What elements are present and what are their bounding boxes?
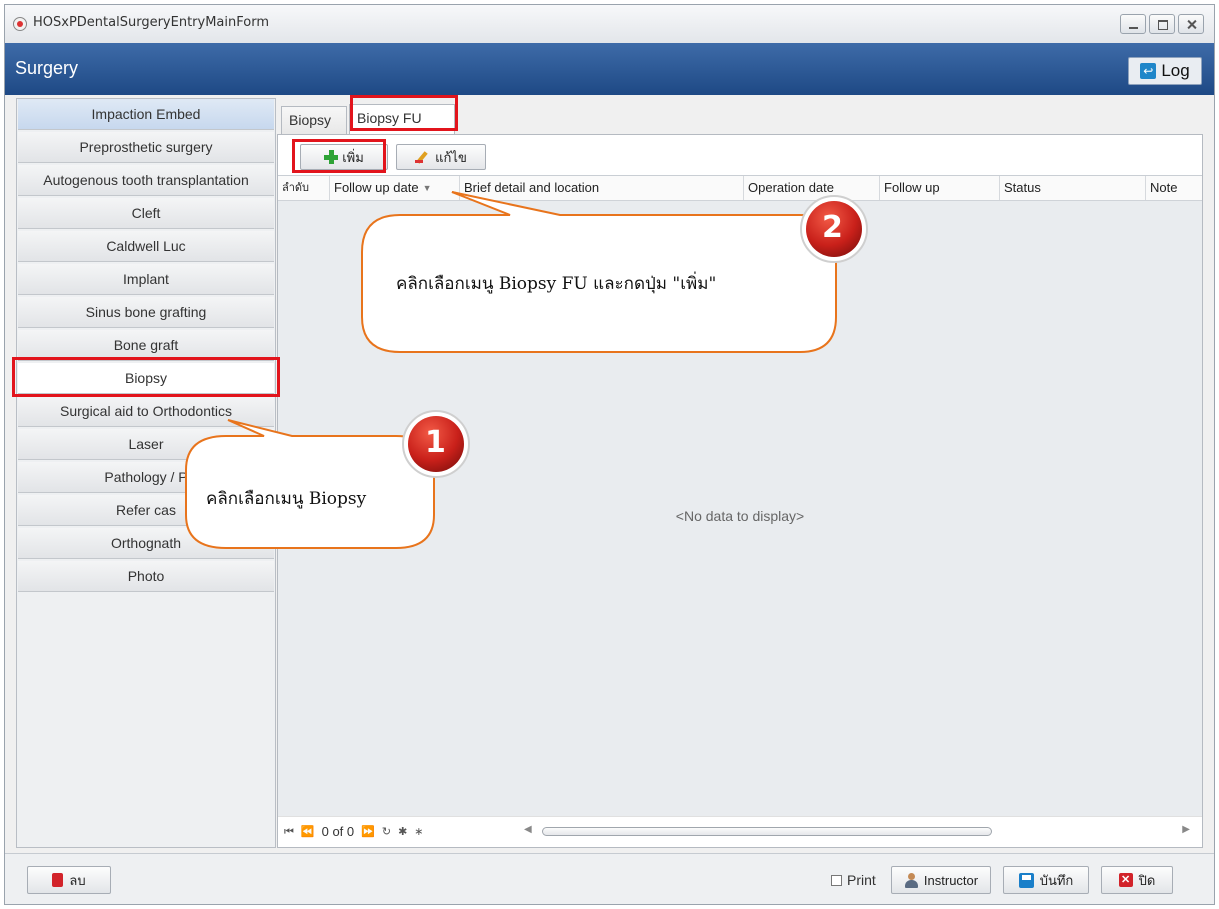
print-label: Print — [847, 872, 876, 888]
edit-button[interactable]: แก้ไข — [396, 144, 486, 170]
sidebar-item-biopsy[interactable]: Biopsy — [18, 363, 274, 394]
tab-biopsy[interactable]: Biopsy — [281, 106, 347, 134]
callout-2-text: คลิกเลือกเมนู Biopsy FU และกดปุ่ม "เพิ่ม… — [396, 274, 717, 294]
save-icon — [1018, 872, 1034, 888]
refresh-icon[interactable]: ↻ — [382, 825, 391, 838]
badge-1-number: 1 — [425, 425, 446, 460]
surgery-menu: Impaction Embed Preprosthetic surgery Au… — [16, 98, 276, 848]
print-checkbox[interactable]: Print — [831, 872, 876, 888]
callout-1-text: คลิกเลือกเมนู Biopsy — [206, 489, 367, 509]
filter-icon[interactable]: ▼ — [423, 183, 432, 193]
plus-icon — [324, 150, 339, 164]
badge-2-number: 2 — [822, 210, 843, 245]
form-header: Surgery ↩ Log — [5, 43, 1214, 95]
instructor-button[interactable]: Instructor — [891, 866, 991, 894]
sidebar-item-impaction-embed[interactable]: Impaction Embed — [18, 99, 274, 130]
sidebar-item-sinus-bone-grafting[interactable]: Sinus bone grafting — [18, 297, 274, 328]
add-button[interactable]: เพิ่ม — [300, 144, 388, 170]
insert-icon[interactable]: ✱ — [398, 825, 407, 838]
close-label: ปิด — [1138, 872, 1156, 888]
trash-icon — [52, 873, 64, 887]
sidebar-item-caldwell-luc[interactable]: Caldwell Luc — [18, 231, 274, 262]
app-icon — [13, 17, 27, 31]
sidebar-item-surgical-aid-orthodontics[interactable]: Surgical aid to Orthodontics — [18, 396, 274, 427]
horizontal-scrollbar[interactable]: ◀ ▶ — [522, 824, 1190, 839]
column-header-status[interactable]: Status — [1000, 176, 1146, 200]
window-title: HOSxPDentalSurgeryEntryMainForm — [33, 15, 269, 30]
add-label: เพิ่ม — [342, 150, 364, 166]
column-header-follow-up-date[interactable]: Follow up date ▼ — [330, 176, 460, 200]
person-icon — [904, 872, 918, 888]
sidebar-item-laser[interactable]: Laser — [18, 429, 274, 460]
sidebar-item-photo[interactable]: Photo — [18, 561, 274, 592]
grid-toolbar: เพิ่ม แก้ไข — [278, 135, 1202, 176]
first-record-icon[interactable]: ⏮ — [284, 825, 294, 839]
main-window: HOSxPDentalSurgeryEntryMainForm Surgery … — [4, 4, 1215, 905]
grid-header: ลำดับ Follow up date ▼ Brief detail and l… — [278, 176, 1202, 201]
close-button[interactable]: ✕ ปิด — [1101, 866, 1173, 894]
empty-message: <No data to display> — [675, 508, 805, 524]
delete-button[interactable]: ลบ — [27, 866, 111, 894]
column-header-follow-up[interactable]: Follow up — [880, 176, 1000, 200]
edit-record-icon[interactable]: ∗ — [414, 825, 423, 838]
save-label: บันทึก — [1039, 872, 1074, 888]
next-page-icon[interactable]: ⏩ — [361, 825, 375, 838]
pencil-icon — [415, 150, 431, 164]
page-info: 0 of 0 — [321, 824, 355, 839]
content-area: Biopsy Biopsy FU เพิ่ม แก้ไข ลำดับ Follo… — [277, 98, 1203, 848]
edit-label: แก้ไข — [435, 150, 467, 166]
maximize-button[interactable] — [1149, 14, 1175, 34]
column-label: Follow up date — [334, 180, 419, 195]
log-button[interactable]: ↩ Log — [1128, 57, 1202, 85]
close-icon: ✕ — [1118, 873, 1133, 887]
column-header-order[interactable]: ลำดับ — [278, 176, 330, 200]
log-label: Log — [1161, 61, 1190, 80]
scroll-left-icon[interactable]: ◀ — [524, 824, 532, 835]
log-icon: ↩ — [1140, 63, 1157, 79]
delete-label: ลบ — [69, 872, 86, 888]
record-navigator: ⏮ ⏪ 0 of 0 ⏩ ↻ ✱ ∗ — [284, 824, 424, 839]
window-close-button[interactable] — [1178, 14, 1204, 34]
sidebar-item-bone-graft[interactable]: Bone graft — [18, 330, 274, 361]
sidebar-item-cleft[interactable]: Cleft — [18, 198, 274, 229]
instructor-label: Instructor — [923, 872, 979, 888]
title-bar: HOSxPDentalSurgeryEntryMainForm — [5, 5, 1214, 44]
column-header-note[interactable]: Note — [1146, 176, 1202, 200]
save-button[interactable]: บันทึก — [1003, 866, 1089, 894]
scroll-thumb[interactable] — [542, 827, 992, 836]
column-header-brief-detail[interactable]: Brief detail and location — [460, 176, 744, 200]
scroll-right-icon[interactable]: ▶ — [1182, 824, 1190, 835]
sidebar-item-preprosthetic-surgery[interactable]: Preprosthetic surgery — [18, 132, 274, 163]
minimize-button[interactable] — [1120, 14, 1146, 34]
tab-biopsy-fu[interactable]: Biopsy FU — [349, 104, 455, 134]
sidebar-item-orthognathic[interactable]: Orthognath — [18, 528, 274, 559]
grid-navigator: ⏮ ⏪ 0 of 0 ⏩ ↻ ✱ ∗ ◀ ▶ — [278, 816, 1202, 847]
sidebar-item-implant[interactable]: Implant — [18, 264, 274, 295]
bottom-bar: ลบ Print Instructor บันทึก ✕ ปิด — [5, 853, 1214, 904]
page-title: Surgery — [15, 58, 79, 78]
prev-page-icon[interactable]: ⏪ — [301, 825, 315, 838]
biopsy-fu-panel: เพิ่ม แก้ไข ลำดับ Follow up date ▼ Brief … — [277, 134, 1203, 848]
checkbox-box[interactable] — [831, 874, 842, 886]
column-header-operation-date[interactable]: Operation date — [744, 176, 880, 200]
window-controls — [1120, 14, 1204, 34]
sidebar-item-autogenous-tooth-transplantation[interactable]: Autogenous tooth transplantation — [18, 165, 274, 196]
